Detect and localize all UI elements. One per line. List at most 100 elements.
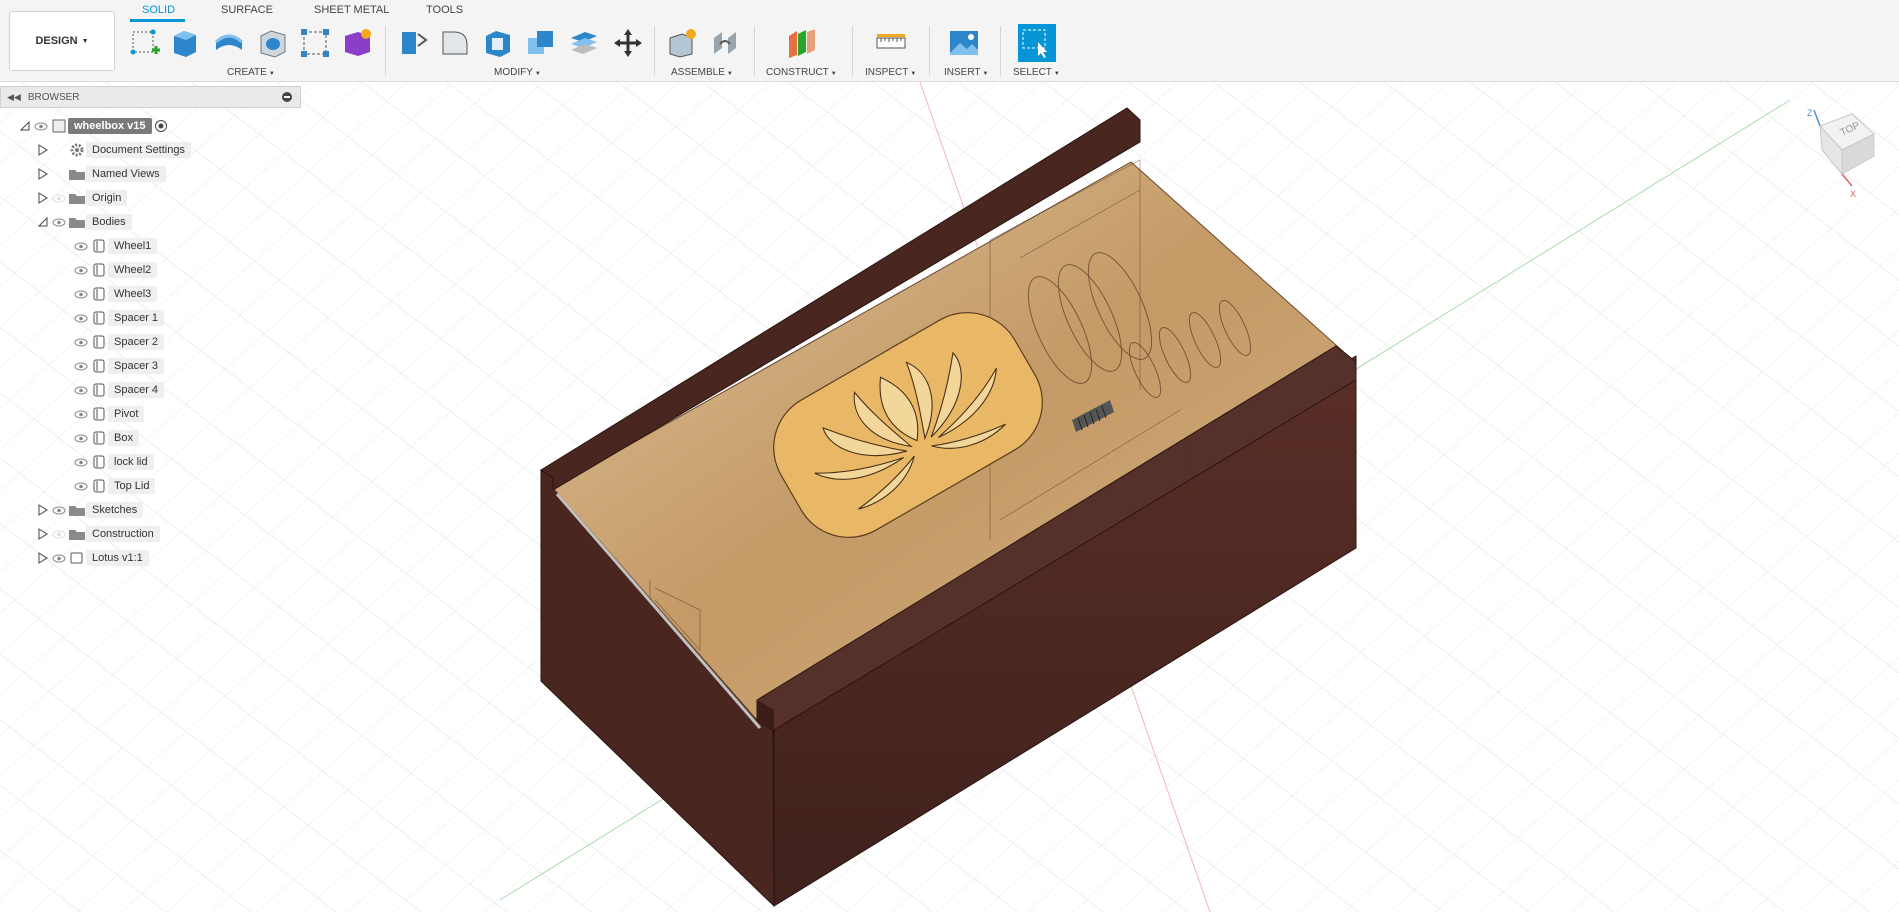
insert-image-icon[interactable] bbox=[947, 26, 981, 60]
tree-label[interactable]: Sketches bbox=[86, 502, 144, 518]
eye-icon[interactable] bbox=[72, 383, 90, 397]
create-sketch-icon[interactable] bbox=[128, 26, 162, 60]
expand-triangle-icon[interactable] bbox=[36, 527, 50, 541]
combine-icon[interactable] bbox=[524, 26, 558, 60]
tree-label[interactable]: lock lid bbox=[108, 454, 154, 470]
create-menu[interactable]: CREATE ▼ bbox=[227, 67, 275, 78]
eye-icon[interactable] bbox=[72, 407, 90, 421]
measure-icon[interactable] bbox=[874, 26, 908, 60]
eye-icon[interactable] bbox=[50, 527, 68, 541]
tree-row-wheel2[interactable]: Wheel2 bbox=[72, 260, 158, 280]
eye-icon[interactable] bbox=[50, 215, 68, 229]
tree-row-lock-lid[interactable]: lock lid bbox=[72, 452, 154, 472]
assemble-menu[interactable]: ASSEMBLE ▼ bbox=[671, 67, 733, 78]
tree-row-bodies[interactable]: Bodies bbox=[36, 212, 132, 232]
minimize-icon[interactable] bbox=[282, 92, 292, 102]
separator bbox=[852, 26, 853, 76]
tab-sheet-metal[interactable]: SHEET METAL bbox=[314, 4, 389, 16]
eye-icon[interactable] bbox=[72, 287, 90, 301]
insert-menu[interactable]: INSERT ▼ bbox=[944, 67, 988, 78]
collapse-triangle-icon[interactable] bbox=[18, 119, 32, 133]
select-menu[interactable]: SELECT ▼ bbox=[1013, 67, 1060, 78]
modify-menu[interactable]: MODIFY ▼ bbox=[494, 67, 541, 78]
expand-triangle-icon[interactable] bbox=[36, 551, 50, 565]
tree-row-spacer-3[interactable]: Spacer 3 bbox=[72, 356, 165, 376]
select-icon[interactable] bbox=[1018, 24, 1056, 62]
tree-row-named-views[interactable]: Named Views bbox=[36, 164, 166, 184]
hole-icon[interactable] bbox=[256, 26, 290, 60]
tree-row-spacer-1[interactable]: Spacer 1 bbox=[72, 308, 165, 328]
browser-root[interactable]: wheelbox v15 bbox=[18, 116, 170, 136]
eye-icon[interactable] bbox=[50, 551, 68, 565]
joint-icon[interactable] bbox=[708, 26, 742, 60]
tree-row-wheel3[interactable]: Wheel3 bbox=[72, 284, 158, 304]
3d-viewport[interactable] bbox=[0, 81, 1899, 912]
tree-label[interactable]: Pivot bbox=[108, 406, 145, 422]
tree-row-wheel1[interactable]: Wheel1 bbox=[72, 236, 158, 256]
expand-triangle-icon[interactable] bbox=[36, 191, 50, 205]
eye-icon[interactable] bbox=[50, 191, 68, 205]
tree-label[interactable]: Bodies bbox=[86, 214, 132, 230]
tree-label[interactable]: Lotus v1:1 bbox=[86, 550, 149, 566]
eye-icon[interactable] bbox=[32, 119, 50, 133]
workspace-switcher-button[interactable]: DESIGN ▼ bbox=[9, 11, 115, 71]
press-pull-icon[interactable] bbox=[396, 26, 430, 60]
eye-icon[interactable] bbox=[72, 263, 90, 277]
view-cube[interactable]: TOP Z X bbox=[1790, 104, 1890, 204]
tree-label[interactable]: Spacer 1 bbox=[108, 310, 165, 326]
tree-label[interactable]: Document Settings bbox=[86, 142, 191, 158]
tree-row-document-settings[interactable]: Document Settings bbox=[36, 140, 191, 160]
fillet-icon[interactable] bbox=[438, 26, 472, 60]
expand-triangle-icon[interactable] bbox=[36, 167, 50, 181]
tree-row-top-lid[interactable]: Top Lid bbox=[72, 476, 156, 496]
viewport-scene[interactable] bbox=[0, 81, 1899, 912]
eye-icon[interactable] bbox=[72, 359, 90, 373]
expand-triangle-icon[interactable] bbox=[36, 503, 50, 517]
rectangular-pattern-icon[interactable] bbox=[298, 26, 332, 60]
tree-row-spacer-2[interactable]: Spacer 2 bbox=[72, 332, 165, 352]
offset-faces-icon[interactable] bbox=[567, 26, 601, 60]
tab-surface[interactable]: SURFACE bbox=[221, 4, 273, 16]
tree-label[interactable]: Wheel3 bbox=[108, 286, 158, 302]
tree-row-origin[interactable]: Origin bbox=[36, 188, 128, 208]
eye-icon[interactable] bbox=[72, 455, 90, 469]
tree-label[interactable]: Spacer 3 bbox=[108, 358, 165, 374]
tree-row-sketches[interactable]: Sketches bbox=[36, 500, 144, 520]
tree-label[interactable]: Box bbox=[108, 430, 139, 446]
tree-row-box[interactable]: Box bbox=[72, 428, 139, 448]
inspect-menu[interactable]: INSPECT ▼ bbox=[865, 67, 916, 78]
tree-row-lotus-component[interactable]: Lotus v1:1 bbox=[36, 548, 149, 568]
tree-row-pivot[interactable]: Pivot bbox=[72, 404, 145, 424]
eye-icon[interactable] bbox=[50, 503, 68, 517]
eye-icon[interactable] bbox=[72, 479, 90, 493]
extrude-icon[interactable] bbox=[168, 26, 202, 60]
tree-label[interactable]: Origin bbox=[86, 190, 128, 206]
construct-menu[interactable]: CONSTRUCT ▼ bbox=[766, 67, 837, 78]
tree-label[interactable]: Top Lid bbox=[108, 478, 156, 494]
tab-solid[interactable]: SOLID bbox=[142, 4, 175, 16]
expand-triangle-icon[interactable] bbox=[36, 143, 50, 157]
shell-icon[interactable] bbox=[481, 26, 515, 60]
offset-plane-icon[interactable] bbox=[785, 26, 819, 60]
collapse-triangle-icon[interactable] bbox=[36, 215, 50, 229]
tree-row-construction[interactable]: Construction bbox=[36, 524, 160, 544]
tree-label[interactable]: Wheel1 bbox=[108, 238, 158, 254]
collapse-browser-icon[interactable]: ◀◀ bbox=[7, 92, 21, 103]
tree-label[interactable]: Spacer 4 bbox=[108, 382, 165, 398]
tree-label[interactable]: Named Views bbox=[86, 166, 166, 182]
tree-row-spacer-4[interactable]: Spacer 4 bbox=[72, 380, 165, 400]
tree-label[interactable]: Construction bbox=[86, 526, 160, 542]
new-component-icon[interactable] bbox=[665, 26, 699, 60]
tab-tools[interactable]: TOOLS bbox=[426, 4, 463, 16]
tree-label[interactable]: Spacer 2 bbox=[108, 334, 165, 350]
tree-label[interactable]: Wheel2 bbox=[108, 262, 158, 278]
activate-radio-icon[interactable] bbox=[152, 119, 170, 133]
eye-icon[interactable] bbox=[72, 239, 90, 253]
eye-icon[interactable] bbox=[72, 431, 90, 445]
eye-icon[interactable] bbox=[72, 311, 90, 325]
revolve-icon[interactable] bbox=[212, 26, 246, 60]
root-label[interactable]: wheelbox v15 bbox=[68, 118, 152, 134]
move-copy-icon[interactable] bbox=[611, 26, 645, 60]
form-icon[interactable] bbox=[340, 26, 374, 60]
eye-icon[interactable] bbox=[72, 335, 90, 349]
